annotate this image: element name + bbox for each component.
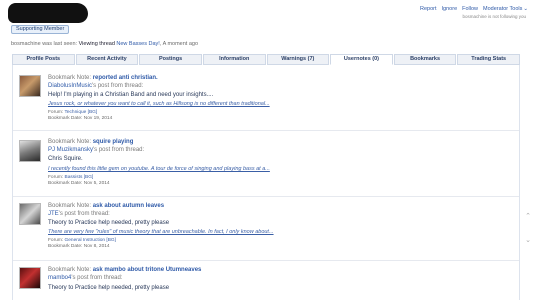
tab-information[interactable]: Information	[202, 54, 266, 65]
forum-link[interactable]: Technique [BG]	[64, 110, 97, 115]
bookmark-note-link[interactable]: ask about autumn leaves	[93, 203, 164, 209]
bookmark-date: Nov 5, 2014	[83, 181, 110, 186]
poster-suffix: 's post from thread:	[92, 83, 144, 89]
bookmark-body: Bookmark Note: reported anti christian. …	[48, 74, 513, 122]
profile-header: Supporting Member bosmachine was last se…	[0, 0, 534, 52]
scroll-up-icon[interactable]: ⌃	[524, 213, 532, 221]
supporting-member-badge[interactable]: Supporting Member	[11, 25, 70, 34]
post-excerpt[interactable]: Jesus rock, or whatever you want to call…	[48, 101, 270, 107]
poster-link[interactable]: mambo4	[48, 275, 71, 281]
bookmark-date-label: Bookmark Date:	[48, 116, 84, 121]
forum-link[interactable]: General Instruction [BG]	[65, 238, 116, 243]
bookmark-body: Bookmark Note: squire playing PJ Muzikma…	[48, 138, 513, 187]
tab-profile-posts[interactable]: Profile Posts	[12, 54, 75, 65]
avatar[interactable]	[19, 267, 41, 289]
bookmark-note-label: Bookmark Note:	[48, 203, 93, 209]
poster-link[interactable]: JTE	[48, 211, 59, 217]
bookmark-note-label: Bookmark Note:	[48, 139, 93, 145]
moderator-tools-link[interactable]: Moderator Tools⌄	[483, 6, 528, 12]
poster-suffix: 's post from thread:	[58, 211, 110, 217]
last-seen-time: , A moment ago	[159, 41, 199, 47]
last-seen-mid: was last seen:	[40, 41, 79, 47]
avatar[interactable]	[19, 203, 41, 225]
bookmark-note-link[interactable]: ask mambo about tritone Utumneaves	[93, 267, 202, 273]
poster-link[interactable]: PJ Muzikmansky	[48, 147, 93, 153]
post-excerpt[interactable]: I recently found this little gem on yout…	[48, 166, 270, 172]
forum-label: Forum:	[48, 110, 65, 115]
thread-title[interactable]: Theory to Practice help needed, pretty p…	[48, 285, 169, 291]
tab-warnings[interactable]: Warnings (7)	[266, 54, 330, 65]
last-seen-thread-link[interactable]: New Basses Day!	[116, 41, 159, 47]
last-seen-action: Viewing thread	[78, 41, 117, 47]
thread-title[interactable]: Help! I'm playing in a Christian Band an…	[48, 92, 213, 98]
bookmark-note-link[interactable]: reported anti christian.	[93, 75, 158, 81]
forum-link[interactable]: Bassists [BG]	[65, 175, 94, 180]
bookmark-note-label: Bookmark Note:	[48, 75, 93, 81]
poster-suffix: 's post from thread:	[93, 147, 145, 153]
follow-link[interactable]: Follow	[462, 6, 478, 12]
redacted-username	[8, 3, 88, 23]
profile-tabs: Profile Posts Recent Activity Postings I…	[12, 54, 520, 65]
avatar[interactable]	[19, 75, 41, 97]
ignore-link[interactable]: Ignore	[442, 6, 458, 12]
forum-label: Forum:	[48, 238, 65, 243]
follow-status: bosmachine is not following you	[462, 14, 526, 19]
moderator-tools-label: Moderator Tools	[483, 6, 523, 12]
tab-trading-stats[interactable]: Trading Stats	[457, 54, 520, 65]
bookmark-date: Nov 19, 2014	[83, 116, 113, 121]
list-item: Bookmark Note: reported anti christian. …	[13, 71, 519, 131]
thread-title[interactable]: Chris Squire.	[48, 156, 83, 162]
forum-label: Forum:	[48, 175, 65, 180]
report-link[interactable]: Report	[420, 6, 437, 12]
tab-usernotes[interactable]: Usernotes (0)	[330, 54, 393, 65]
post-excerpt[interactable]: There are very few "rules" of music theo…	[48, 229, 274, 235]
tab-postings[interactable]: Postings	[139, 54, 202, 65]
list-item: Bookmark Note: ask mambo about tritone U…	[13, 263, 519, 300]
bookmark-note-link[interactable]: squire playing	[93, 139, 134, 145]
last-seen-user: bosmachine	[11, 41, 41, 47]
poster-suffix: 's post from thread:	[71, 275, 123, 281]
avatar[interactable]	[19, 140, 41, 162]
list-item: Bookmark Note: ask about autumn leaves J…	[13, 199, 519, 261]
bookmark-note-label: Bookmark Note:	[48, 267, 93, 273]
chevron-down-icon: ⌄	[523, 6, 528, 12]
bookmark-body: Bookmark Note: ask mambo about tritone U…	[48, 266, 513, 292]
tab-bookmarks[interactable]: Bookmarks	[393, 54, 457, 65]
bookmarks-panel: Bookmark Note: reported anti christian. …	[12, 65, 520, 300]
profile-actions: Report Ignore Follow Moderator Tools⌄	[420, 6, 528, 12]
bookmark-date: Nov 8, 2014	[83, 244, 110, 249]
last-seen-status: bosmachine was last seen: Viewing thread…	[11, 41, 198, 47]
bookmark-date-label: Bookmark Date:	[48, 244, 84, 249]
thread-title[interactable]: Theory to Practice help needed, pretty p…	[48, 220, 169, 226]
poster-link[interactable]: DiabolusInMusic	[48, 83, 92, 89]
list-item: Bookmark Note: squire playing PJ Muzikma…	[13, 135, 519, 197]
bookmark-body: Bookmark Note: ask about autumn leaves J…	[48, 202, 513, 250]
scroll-down-icon[interactable]: ⌄	[524, 237, 532, 245]
bookmark-date-label: Bookmark Date:	[48, 181, 84, 186]
tab-recent-activity[interactable]: Recent Activity	[75, 54, 139, 65]
